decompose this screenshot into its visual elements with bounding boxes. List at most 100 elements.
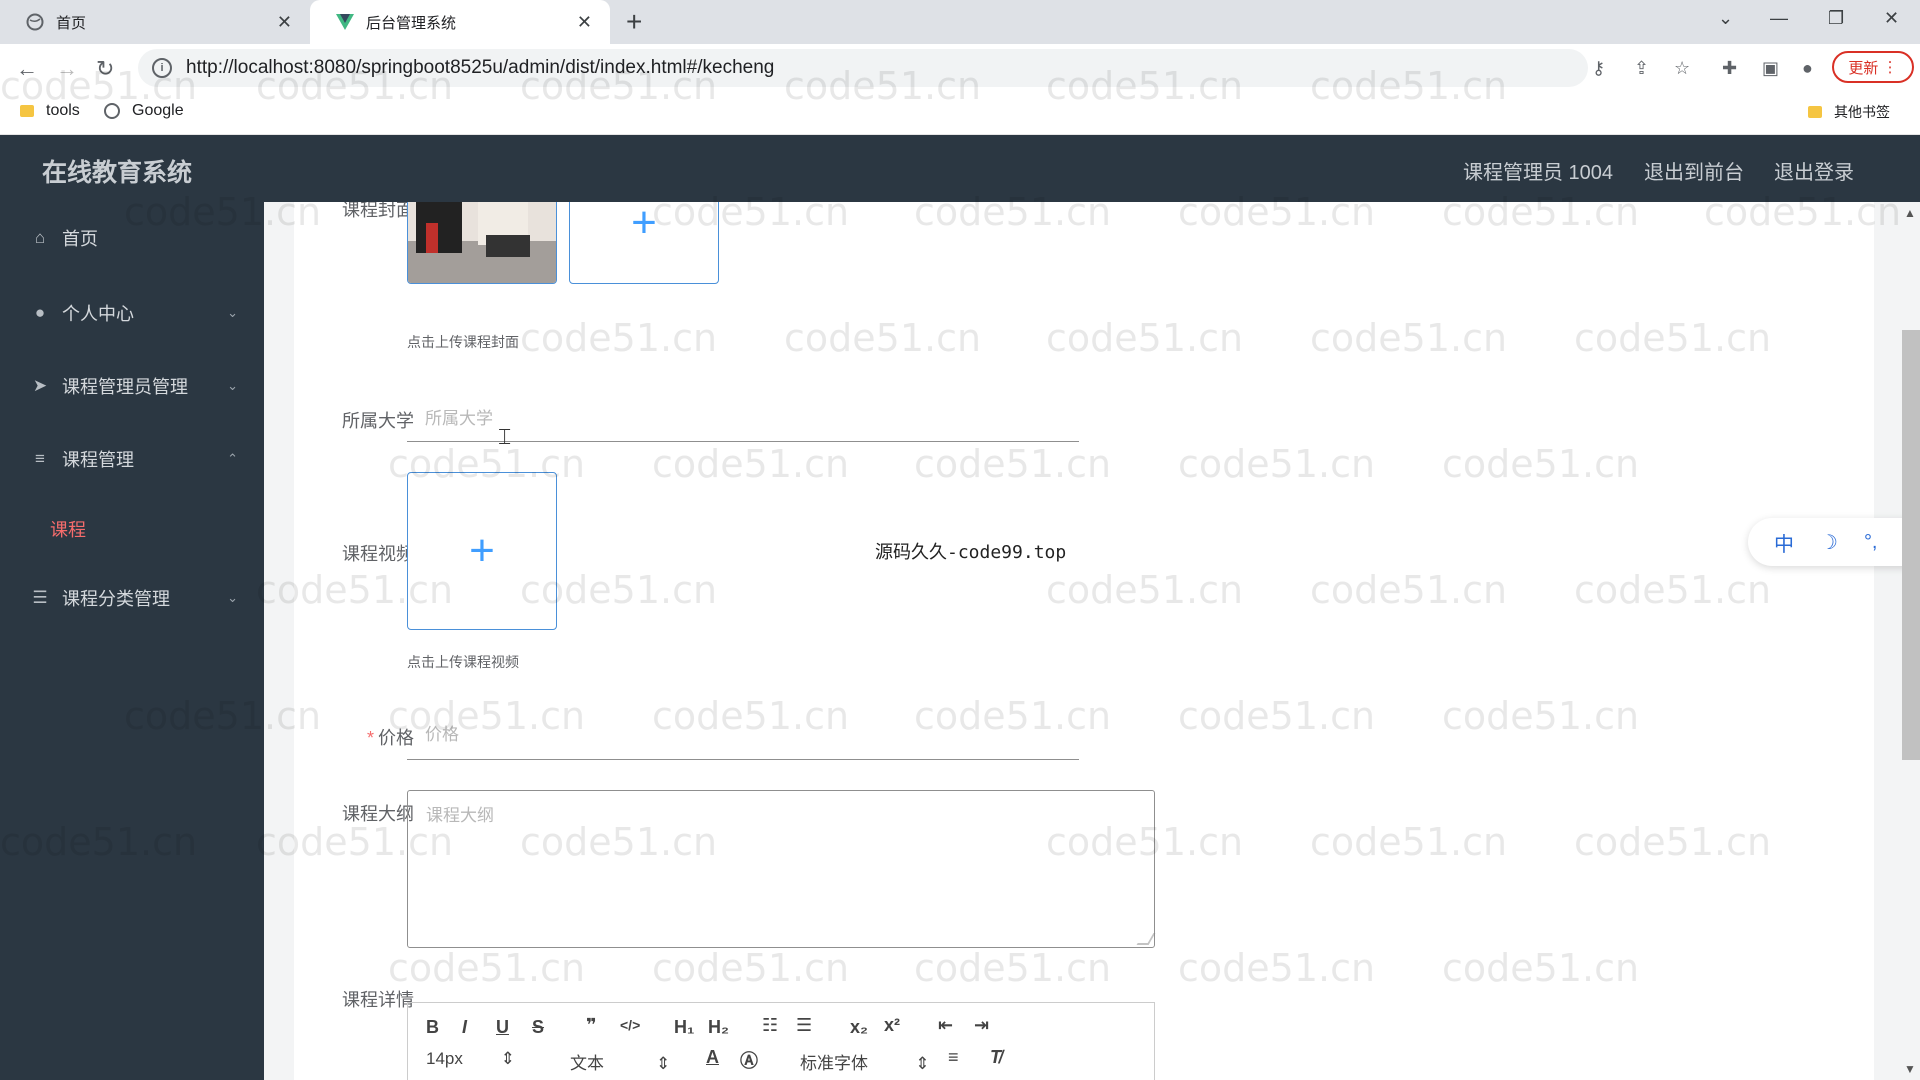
- main-content: 课程封面 + 点击上传课程封面 所属大学 所属大学 课程视频 + 点击上传课程视…: [264, 202, 1920, 1080]
- block-type-select[interactable]: 文本 ⇕: [570, 1049, 670, 1074]
- vue-logo-icon: [336, 13, 354, 31]
- quote-icon[interactable]: ❞: [586, 1015, 597, 1036]
- detail-label: 课程详情: [342, 990, 414, 1010]
- sidebar-item-admin-mgmt[interactable]: ➤ 课程管理员管理 ⌄: [0, 366, 264, 406]
- tab-search-icon[interactable]: ⌄: [1718, 8, 1733, 29]
- bold-icon[interactable]: B: [426, 1017, 439, 1038]
- browser-tab-home[interactable]: 首页 ✕: [0, 0, 310, 44]
- star-icon[interactable]: ☆: [1674, 58, 1690, 79]
- subscript-icon[interactable]: x₂: [850, 1017, 868, 1038]
- list-icon: ☰: [32, 588, 48, 607]
- font-family-select[interactable]: 标准字体 ⇕: [800, 1049, 929, 1074]
- price-placeholder: 价格: [425, 725, 459, 744]
- sidepanel-icon[interactable]: ▣: [1762, 58, 1779, 79]
- chevron-up-icon: ⌃: [227, 451, 238, 466]
- outline-placeholder: 课程大纲: [426, 806, 494, 825]
- browser-tab-admin[interactable]: 后台管理系统 ✕: [310, 0, 610, 44]
- sliders-icon: ≡: [35, 449, 45, 468]
- university-label: 所属大学: [342, 411, 414, 431]
- tab-title: 首页: [56, 14, 87, 32]
- logout-link[interactable]: 退出登录: [1774, 156, 1854, 185]
- sidebar-subitem-course[interactable]: 课程: [50, 516, 86, 542]
- video-label: 课程视频: [342, 544, 414, 564]
- cover-image-thumbnail[interactable]: [407, 202, 557, 284]
- folder-icon: [20, 105, 34, 117]
- close-icon[interactable]: ✕: [577, 12, 592, 33]
- app-header: 在线教育系统 课程管理员 1004 退出到前台 退出登录: [0, 135, 1920, 202]
- plus-icon: +: [631, 202, 657, 247]
- heading1-icon[interactable]: H₁: [674, 1017, 694, 1038]
- font-family-value: 标准字体: [800, 1054, 868, 1073]
- url-text: http://localhost:8080/springboot8525u/ad…: [186, 57, 775, 78]
- back-to-front-link[interactable]: 退出到前台: [1644, 156, 1744, 185]
- price-input[interactable]: 价格: [407, 720, 1079, 760]
- close-window-button[interactable]: ✕: [1884, 8, 1899, 29]
- bookmarks-bar: tools Google 其他书签: [0, 92, 1920, 135]
- bookmark-google[interactable]: Google: [104, 102, 184, 120]
- scroll-down-arrow-icon[interactable]: ▼: [1904, 1062, 1916, 1076]
- overlay-center-text: 源码久久-code99.top: [875, 542, 1067, 563]
- sidebar-item-course-mgmt[interactable]: ≡ 课程管理 ⌃: [0, 439, 264, 479]
- page-scrollbar-thumb[interactable]: [1902, 330, 1920, 760]
- other-bookmarks-label: 其他书签: [1834, 104, 1890, 120]
- chevron-down-icon: ⌄: [227, 590, 238, 605]
- required-mark: *: [366, 728, 374, 748]
- punctuation-icon[interactable]: °,: [1864, 531, 1878, 554]
- video-upload-button[interactable]: +: [407, 472, 557, 630]
- align-icon[interactable]: ≡: [948, 1047, 959, 1068]
- cover-image: [408, 202, 556, 283]
- tab-title: 后台管理系统: [366, 14, 457, 32]
- video-tip: 点击上传课程视频: [407, 654, 519, 670]
- extensions-icon[interactable]: ✚: [1722, 58, 1737, 79]
- profile-icon[interactable]: ●: [1802, 58, 1813, 79]
- sidebar-item-home[interactable]: ⌂ 首页: [0, 218, 264, 258]
- detail-rich-editor: B I U S ❞ </> H₁ H₂ ☷ ☰ x₂ x² ⇤ ⇥ 14px ⇕…: [407, 1002, 1155, 1080]
- underline-icon[interactable]: U: [496, 1017, 509, 1038]
- back-arrow-icon[interactable]: ←: [16, 56, 38, 82]
- ime-chinese-icon[interactable]: 中: [1774, 528, 1794, 557]
- minimize-button[interactable]: —: [1770, 8, 1788, 29]
- sidebar-item-category-mgmt[interactable]: ☰ 课程分类管理 ⌄: [0, 578, 264, 618]
- chevron-down-icon: ⌄: [227, 305, 238, 320]
- close-icon[interactable]: ✕: [277, 12, 292, 33]
- heading2-icon[interactable]: H₂: [708, 1017, 729, 1038]
- sidebar-item-label: 个人中心: [62, 304, 134, 324]
- strike-icon[interactable]: S: [532, 1017, 544, 1038]
- font-size-select[interactable]: 14px ⇕: [426, 1049, 515, 1069]
- update-button[interactable]: 更新 ⋮: [1832, 51, 1914, 83]
- ordered-list-icon[interactable]: ☷: [762, 1015, 778, 1036]
- share-icon[interactable]: ⇪: [1634, 58, 1649, 79]
- outdent-icon[interactable]: ⇤: [938, 1015, 953, 1036]
- font-color-icon[interactable]: A: [706, 1047, 719, 1068]
- scroll-up-arrow-icon[interactable]: ▲: [1904, 206, 1916, 220]
- superscript-icon[interactable]: x²: [884, 1015, 900, 1036]
- sidebar: ⌂ 首页 ● 个人中心 ⌄ ➤ 课程管理员管理 ⌄ ≡ 课程管理 ⌃ 课程 ☰ …: [0, 202, 264, 1080]
- cover-label: 课程封面: [342, 202, 414, 220]
- sidebar-item-personal[interactable]: ● 个人中心 ⌄: [0, 293, 264, 333]
- other-bookmarks[interactable]: 其他书签: [1808, 102, 1890, 122]
- bookmark-tools[interactable]: tools: [20, 102, 80, 120]
- bookmark-label: Google: [132, 102, 184, 119]
- reload-icon[interactable]: ↻: [96, 56, 114, 82]
- indent-icon[interactable]: ⇥: [974, 1015, 989, 1036]
- moon-icon[interactable]: ☽: [1820, 530, 1838, 555]
- resize-handle-icon[interactable]: [1136, 933, 1156, 945]
- ime-floating-widget[interactable]: 中 ☽ °, ›: [1748, 518, 1920, 566]
- background-color-icon[interactable]: Ⓐ: [740, 1047, 758, 1073]
- key-icon[interactable]: ⚷: [1592, 58, 1605, 79]
- block-type-value: 文本: [570, 1054, 604, 1073]
- outline-textarea[interactable]: 课程大纲: [407, 790, 1156, 948]
- outline-label: 课程大纲: [342, 804, 414, 824]
- info-icon[interactable]: i: [152, 58, 172, 78]
- forward-arrow-icon[interactable]: →: [56, 56, 78, 82]
- clear-format-icon[interactable]: T̸: [990, 1047, 1001, 1068]
- update-label: 更新: [1848, 59, 1879, 77]
- code-icon[interactable]: </>: [620, 1017, 640, 1033]
- cover-upload-button[interactable]: +: [569, 202, 719, 284]
- restore-button[interactable]: ❐: [1828, 8, 1844, 29]
- new-tab-button[interactable]: +: [626, 6, 642, 38]
- address-bar[interactable]: i http://localhost:8080/springboot8525u/…: [138, 49, 1588, 87]
- browser-tab-strip: 首页 ✕ 后台管理系统 ✕ + ⌄ — ❐ ✕: [0, 0, 1920, 44]
- bullet-list-icon[interactable]: ☰: [796, 1015, 812, 1036]
- italic-icon[interactable]: I: [462, 1017, 467, 1038]
